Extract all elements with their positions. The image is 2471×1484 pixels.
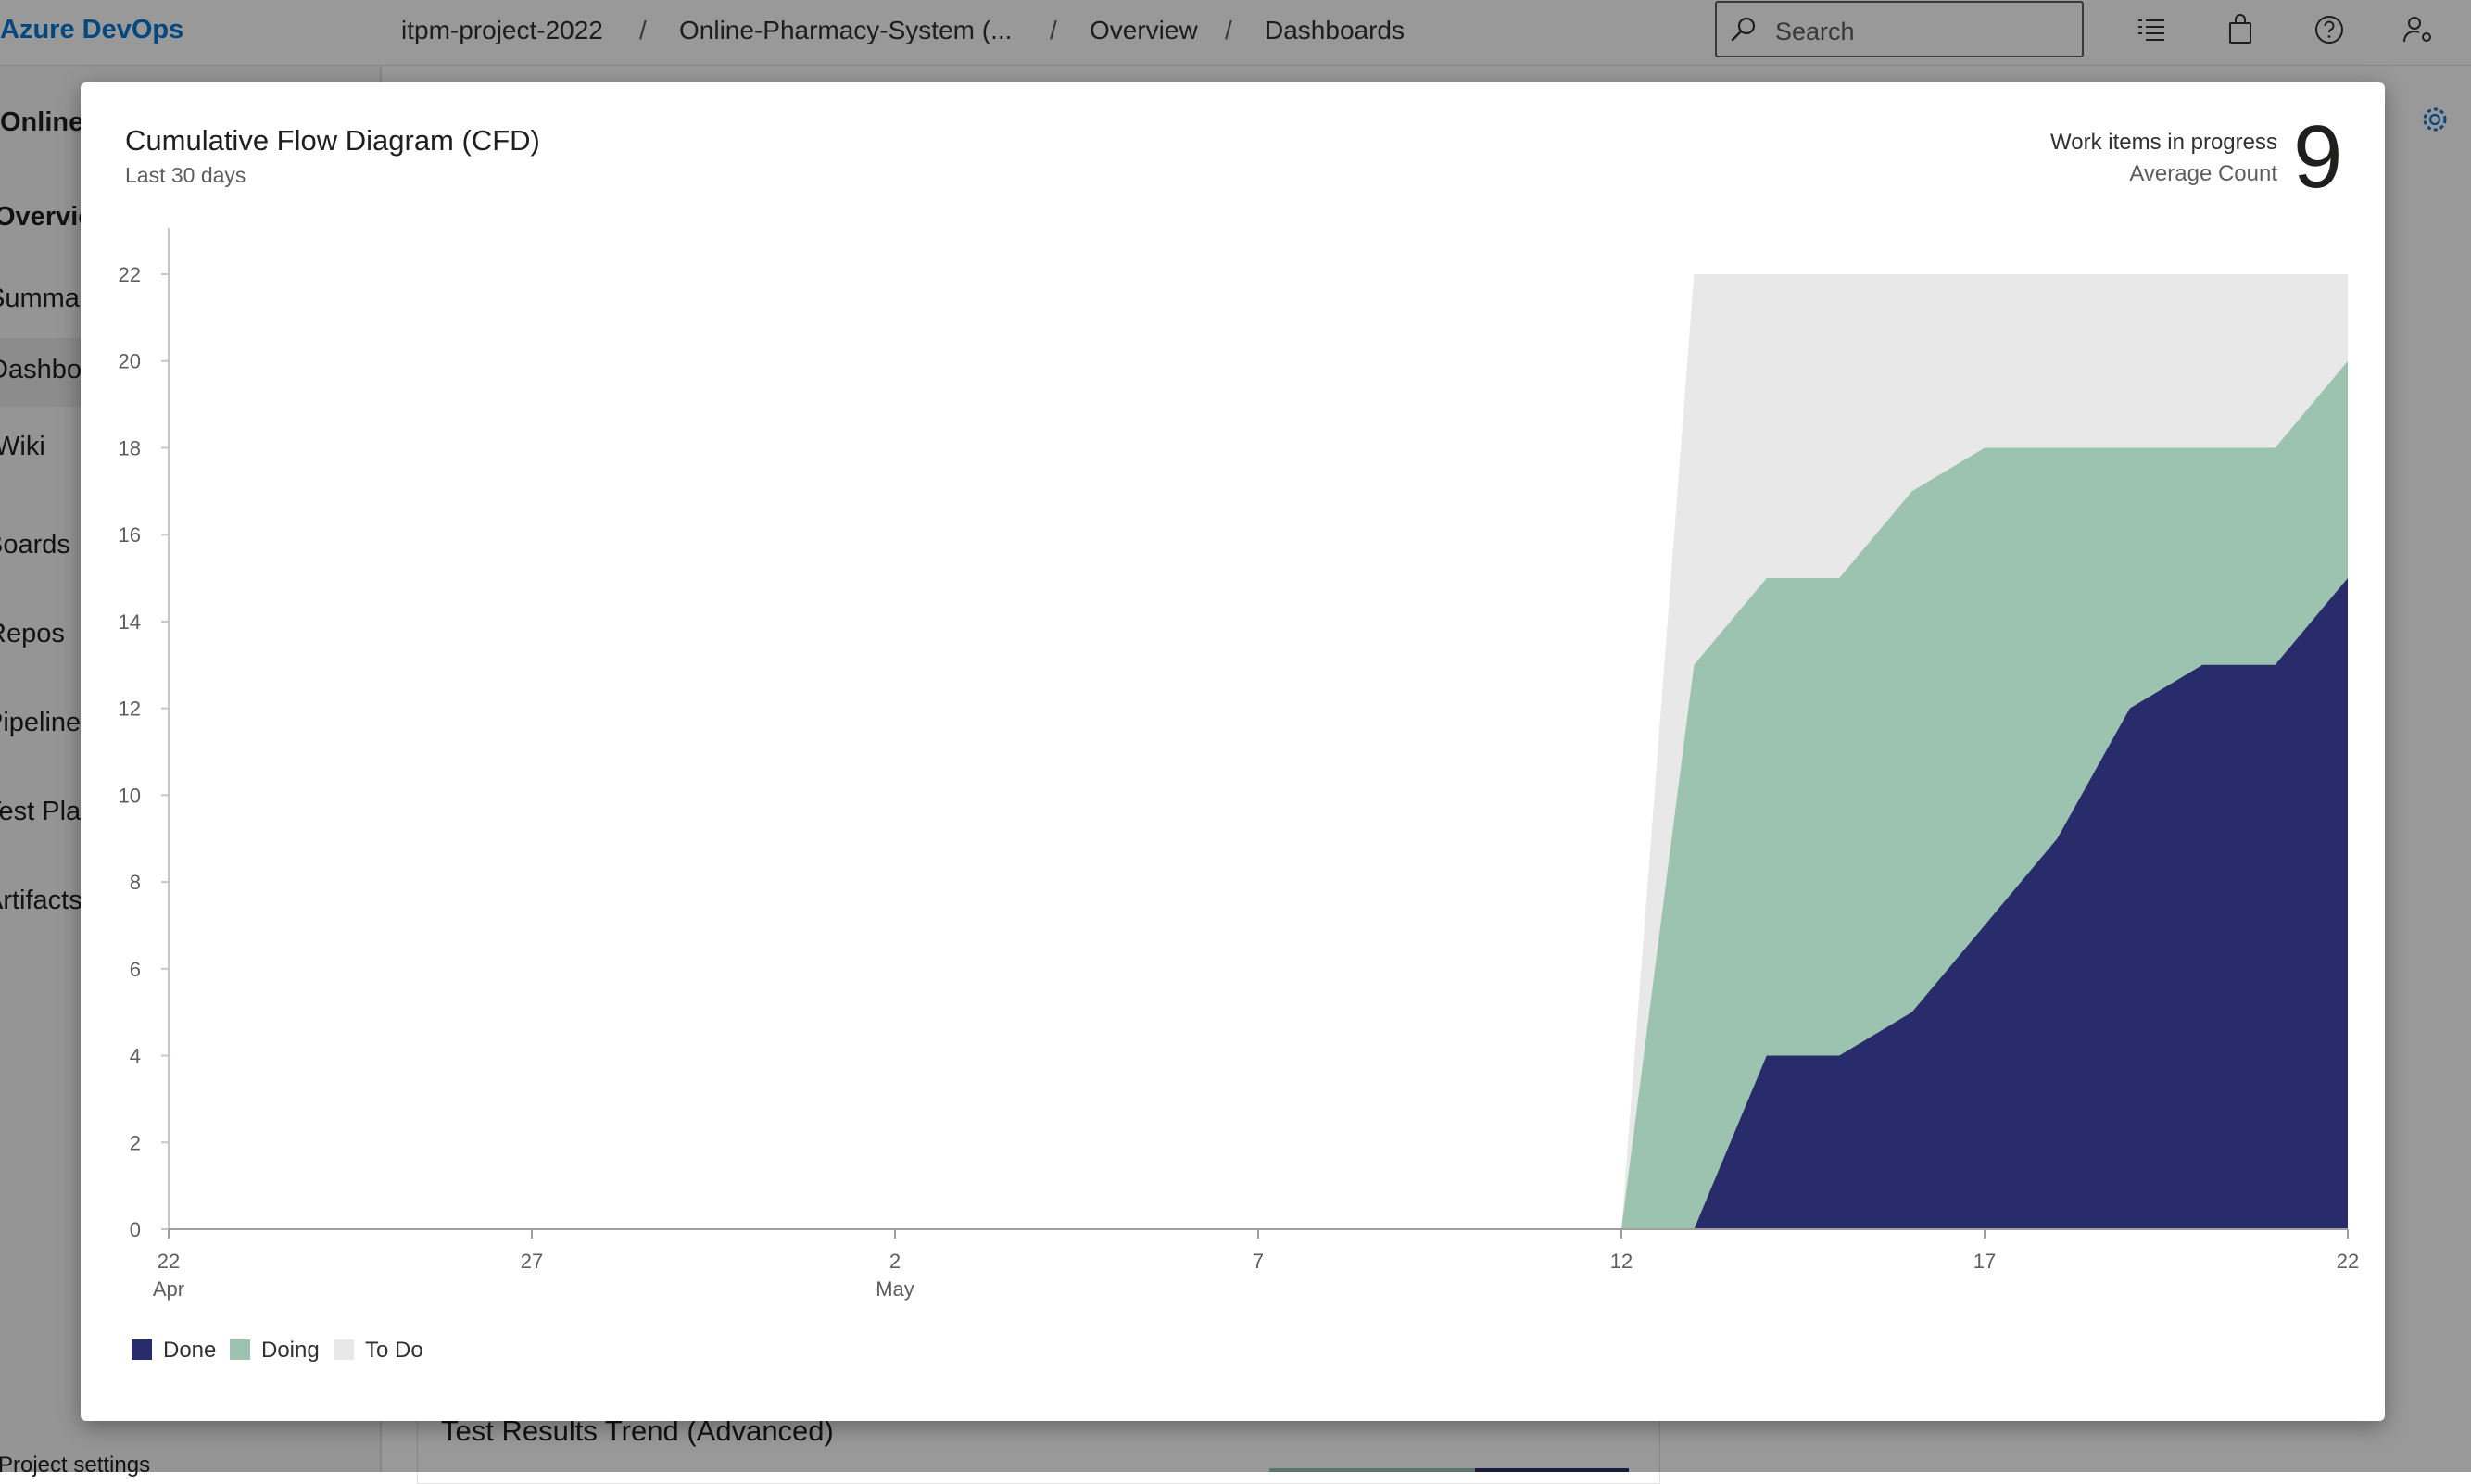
y-tick-label: 12 — [119, 698, 141, 721]
y-tick-label: 20 — [119, 350, 141, 373]
legend-label-doing: Doing — [261, 1338, 320, 1363]
y-tick-label: 6 — [130, 958, 141, 981]
x-tick-label: 7 — [1253, 1250, 1264, 1273]
x-tick-label: 12 — [1610, 1250, 1633, 1273]
legend-label-todo: To Do — [365, 1338, 423, 1363]
y-tick-label: 10 — [119, 784, 141, 807]
y-tick-label: 8 — [130, 871, 141, 894]
legend-swatch-done — [132, 1339, 152, 1360]
x-tick-label: 22 — [158, 1250, 180, 1273]
legend-swatch-doing — [230, 1339, 250, 1360]
x-tick-sublabel: Apr — [153, 1277, 184, 1301]
x-tick-label: 2 — [889, 1250, 901, 1273]
y-tick-label: 14 — [119, 610, 141, 634]
y-tick-label: 22 — [119, 263, 141, 286]
y-tick-label: 18 — [119, 436, 141, 459]
legend-label-done: Done — [163, 1338, 217, 1363]
y-tick-label: 16 — [119, 523, 141, 547]
y-tick-label: 2 — [130, 1131, 141, 1154]
cfd-chart: 0 2 4 6 8 10 12 14 16 18 20 22 22 Apr 27 2 May 7 12 17 22 — [119, 228, 2359, 1301]
x-tick-label: 27 — [521, 1250, 543, 1273]
x-tick-label: 17 — [1973, 1250, 1996, 1273]
y-tick-label: 0 — [130, 1218, 141, 1241]
x-tick-label: 22 — [2337, 1250, 2359, 1273]
x-tick-sublabel: May — [876, 1277, 914, 1301]
legend-swatch-todo — [334, 1339, 354, 1360]
y-tick-label: 4 — [130, 1045, 141, 1068]
